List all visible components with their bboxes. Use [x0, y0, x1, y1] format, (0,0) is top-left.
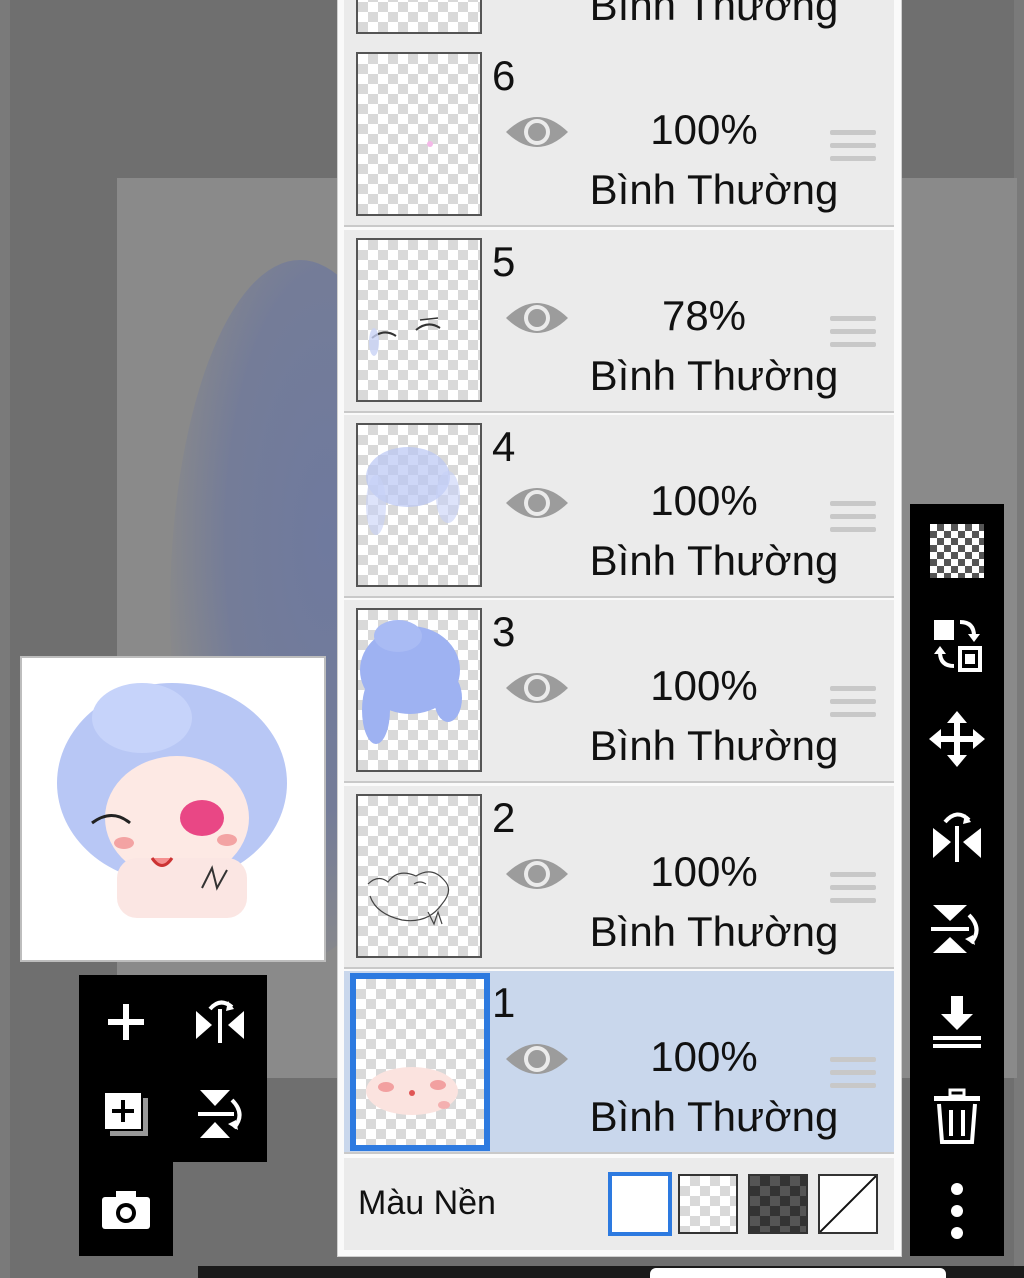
bg-none-swatch[interactable]: [818, 1174, 878, 1234]
layer-thumbnail[interactable]: [356, 238, 482, 402]
flip-horizontal-icon[interactable]: [185, 987, 255, 1057]
layer-number: 6: [492, 52, 516, 99]
layer-row[interactable]: 3 100% Bình Thường: [344, 600, 894, 783]
bg-white-swatch[interactable]: [608, 1172, 672, 1236]
add-layer-icon[interactable]: [91, 987, 161, 1057]
drag-handle-icon[interactable]: [830, 316, 876, 355]
more-vertical-icon[interactable]: [922, 1176, 992, 1246]
visibility-eye-icon[interactable]: [504, 110, 570, 159]
background-color-label: Màu Nền: [358, 1184, 496, 1222]
layer-blend-mode[interactable]: Bình Thường: [564, 352, 864, 400]
preview-artwork: [57, 683, 287, 918]
layer-row-partial[interactable]: Bình Thường: [344, 0, 894, 46]
flip-horizontal-icon[interactable]: [922, 800, 992, 870]
layer-row[interactable]: 1 100% Bình Thường: [344, 971, 894, 1154]
flip-vertical-icon[interactable]: [922, 894, 992, 964]
swap-layers-icon[interactable]: [922, 610, 992, 680]
layer-opacity[interactable]: 100%: [604, 848, 804, 896]
visibility-eye-icon[interactable]: [504, 666, 570, 715]
drag-handle-icon[interactable]: [830, 686, 876, 725]
layer-row[interactable]: 5 78% Bình Thường: [344, 230, 894, 413]
bg-transparent-light-swatch[interactable]: [678, 1174, 738, 1234]
visibility-eye-icon[interactable]: [504, 296, 570, 345]
layer-blend-mode[interactable]: Bình Thường: [564, 722, 864, 770]
camera-icon[interactable]: [91, 1174, 161, 1244]
layer-number: 3: [492, 608, 516, 655]
layer-blend-mode[interactable]: Bình Thường: [564, 1093, 864, 1141]
layer-blend-mode[interactable]: Bình Thường: [564, 537, 864, 585]
drag-handle-icon[interactable]: [830, 130, 876, 169]
merge-down-icon[interactable]: [922, 988, 992, 1058]
bg-transparent-dark-swatch[interactable]: [748, 1174, 808, 1234]
layer-thumbnail[interactable]: [356, 608, 482, 772]
layer-thumbnail[interactable]: [350, 973, 490, 1151]
layer-row[interactable]: 4 100% Bình Thường: [344, 415, 894, 598]
move-icon[interactable]: [922, 704, 992, 774]
right-toolbar: [910, 504, 1004, 1256]
layer-thumbnail[interactable]: [356, 52, 482, 216]
layer-thumbnail[interactable]: [356, 423, 482, 587]
drag-handle-icon[interactable]: [830, 1057, 876, 1096]
layer-row[interactable]: 6 100% Bình Thường: [344, 44, 894, 227]
layer-blend-mode[interactable]: Bình Thường: [564, 908, 864, 956]
layer-number: 4: [492, 423, 516, 470]
visibility-eye-icon[interactable]: [504, 852, 570, 901]
duplicate-layer-icon[interactable]: [91, 1079, 161, 1149]
visibility-eye-icon[interactable]: [504, 1037, 570, 1086]
layers-panel: Bình Thường 6 100% Bình Thường 5 78% Bình Thư…: [338, 0, 901, 1256]
background-color-row: Màu Nền: [344, 1158, 894, 1250]
trash-icon[interactable]: [922, 1082, 992, 1152]
layer-thumbnail: [356, 0, 482, 34]
left-toolbar: [79, 975, 267, 1162]
left-toolbar-lower: [79, 1160, 173, 1256]
layer-row[interactable]: 2 100% Bình Thường: [344, 786, 894, 969]
canvas-preview: [20, 656, 326, 962]
layer-number: 2: [492, 794, 516, 841]
layer-opacity[interactable]: 100%: [604, 106, 804, 154]
layer-blend-mode[interactable]: Bình Thường: [564, 166, 864, 214]
drag-handle-icon[interactable]: [830, 501, 876, 540]
transparency-checker-icon[interactable]: [922, 516, 992, 586]
layer-thumbnail[interactable]: [356, 794, 482, 958]
layer-number: 5: [492, 238, 516, 285]
layer-number: 1: [492, 979, 516, 1026]
layer-opacity[interactable]: 100%: [604, 662, 804, 710]
flip-vertical-icon[interactable]: [185, 1079, 255, 1149]
visibility-eye-icon[interactable]: [504, 481, 570, 530]
layer-blend-mode[interactable]: Bình Thường: [564, 0, 864, 30]
layer-opacity[interactable]: 100%: [604, 1033, 804, 1081]
drag-handle-icon[interactable]: [830, 872, 876, 911]
layer-opacity[interactable]: 78%: [604, 292, 804, 340]
layer-opacity[interactable]: 100%: [604, 477, 804, 525]
bottom-bar: [198, 1266, 1024, 1278]
